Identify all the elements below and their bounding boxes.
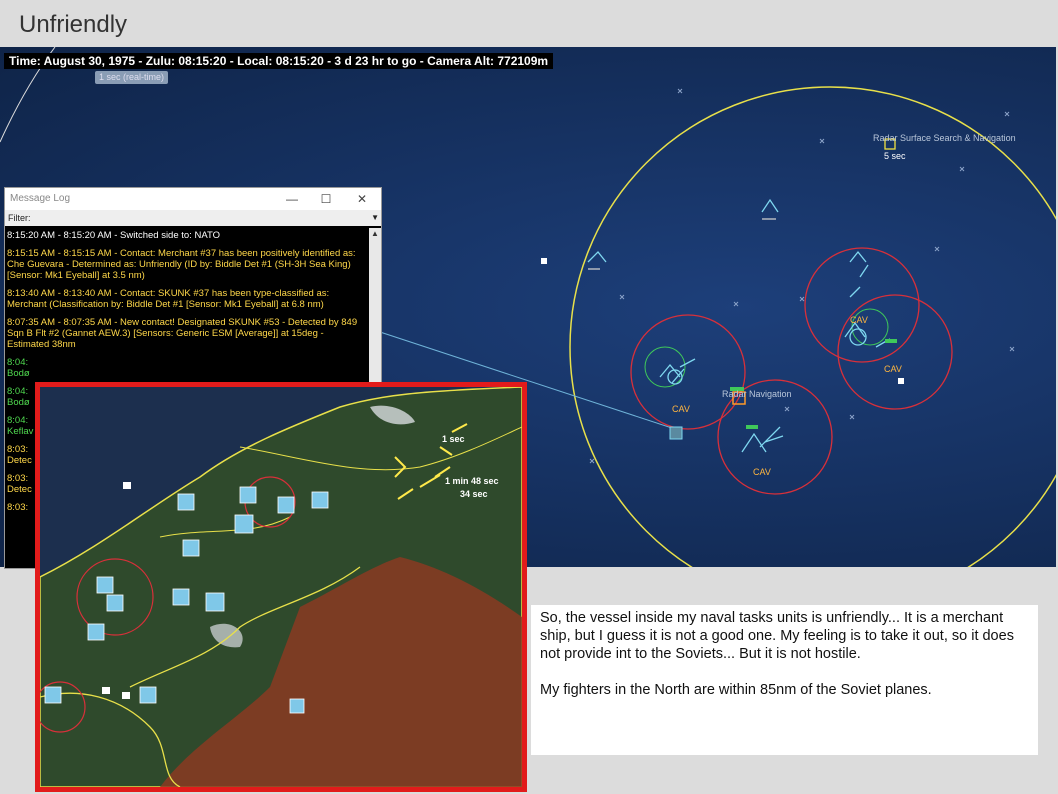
message-filter-row[interactable]: Filter: ▼ [5,210,381,226]
inset-map[interactable]: 1 sec 1 min 48 sec 34 sec [35,382,527,792]
commentary-paragraph-1: So, the vessel inside my naval tasks uni… [540,610,1014,662]
slide-title: Unfriendly [19,11,128,38]
scroll-up-icon[interactable]: ▲ [369,228,381,240]
radar-surface-label: Radar Surface Search & Navigation [873,133,1016,143]
message-entry: 8:13:40 AM - 8:13:40 AM - Contact: SKUNK… [7,288,330,310]
close-button[interactable]: ✕ [351,190,373,208]
inset-34sec-label: 34 sec [460,489,488,499]
unit-cluster-center [741,426,784,453]
commentary-box: So, the vessel inside my naval tasks uni… [531,605,1038,755]
message-log-title: Message Log [10,193,71,204]
radar-navigation-label: Radar Navigation [722,389,792,399]
inset-map-graphics [40,387,522,787]
cav-label: CAV [753,467,771,477]
maximize-button[interactable]: ☐ [315,190,337,208]
unit-lone-north [587,198,779,270]
commentary-paragraph-2: My fighters in the North are within 85nm… [540,682,932,698]
message-entry: 8:04: Bodø [7,357,30,379]
minimize-button[interactable]: — [281,190,303,208]
inset-1sec-label: 1 sec [442,434,465,444]
cav-label: CAV [850,315,868,325]
range-ring-large [569,86,1056,567]
five-sec-label: 5 sec [884,151,906,161]
unit-cluster-east [844,250,891,348]
slide-title-bar: Unfriendly [0,0,1058,47]
message-entry: 8:07:35 AM - 8:07:35 AM - New contact! D… [7,317,358,350]
filter-label: Filter: [8,213,31,223]
message-entry: 8:15:20 AM - 8:15:20 AM - Switched side … [7,230,220,241]
cav-label: CAV [884,364,902,374]
message-log-titlebar[interactable]: Message Log — ☐ ✕ [5,188,381,210]
time-compression-button[interactable]: 1 sec (real-time) [95,71,169,84]
filter-dropdown-icon[interactable]: ▼ [371,210,379,226]
cav-label: CAV [672,404,690,414]
unit-cluster-west [659,358,696,385]
game-time-bar: Time: August 30, 1975 - Zulu: 08:15:20 -… [4,53,554,69]
message-entry: 8:15:15 AM - 8:15:15 AM - Contact: Merch… [7,248,356,281]
inset-1min-label: 1 min 48 sec [445,476,499,486]
